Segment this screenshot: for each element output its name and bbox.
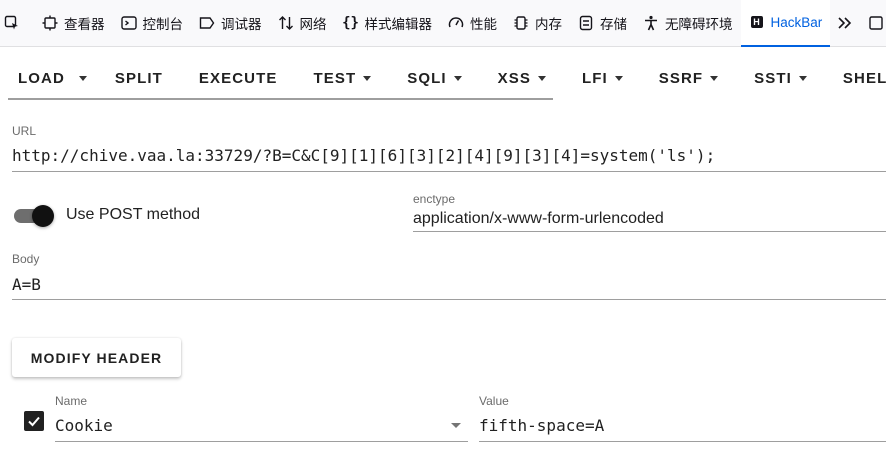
body-label: Body [12, 252, 40, 266]
devtools-tab-strip: 查看器 控制台 调试器 网络 {} 样式编辑器 性能 内存 存储 无障碍环境 H… [0, 0, 886, 47]
hackbar-devtools-window: 查看器 控制台 调试器 网络 {} 样式编辑器 性能 内存 存储 无障碍环境 H… [0, 0, 886, 459]
caret-down-icon [710, 75, 719, 81]
sqli-menu[interactable]: SQLI [389, 57, 479, 99]
url-input-underline [12, 171, 886, 172]
enctype-underline [413, 231, 886, 232]
hackbar-toolbar: LOAD SPLIT EXECUTE TEST SQLI XSS LFI SSR… [0, 57, 886, 99]
lfi-menu[interactable]: LFI [564, 57, 641, 99]
caret-down-icon [78, 75, 87, 81]
tab-label: 性能 [470, 17, 497, 32]
network-icon [278, 15, 294, 31]
tab-label: 网络 [299, 17, 327, 32]
debugger-icon [199, 15, 215, 31]
body-input-underline [12, 299, 886, 300]
test-menu[interactable]: TEST [295, 57, 389, 99]
tab-inspector[interactable]: 查看器 [34, 0, 113, 47]
modify-header-label: MODIFY HEADER [30, 349, 163, 366]
style-editor-icon: {} [342, 15, 359, 31]
tab-accessibility[interactable]: 无障碍环境 [635, 0, 741, 47]
checkmark-icon [28, 416, 40, 427]
modify-header-button[interactable]: MODIFY HEADER [12, 338, 181, 377]
tab-style-editor[interactable]: {} 样式编辑器 [335, 0, 441, 47]
load-options-dropdown[interactable] [77, 57, 97, 99]
tab-label: 控制台 [142, 17, 184, 32]
ssti-menu[interactable]: SSTI [736, 57, 825, 99]
load-label: LOAD [18, 69, 65, 87]
tab-hackbar[interactable]: H HackBar [740, 0, 831, 47]
header-enabled-checkbox[interactable] [24, 411, 44, 431]
ssrf-label: SSRF [658, 69, 704, 87]
header-value-underline [479, 441, 886, 442]
dock-icon [868, 15, 884, 31]
tab-memory[interactable]: 内存 [505, 0, 570, 47]
tab-label: HackBar [770, 14, 823, 30]
tab-storage[interactable]: 存储 [570, 0, 635, 47]
body-input[interactable]: A=B [12, 275, 41, 294]
url-input[interactable]: http://chive.vaa.la:33729/?B=C&C[9][1][6… [12, 146, 715, 165]
double-chevron-right-icon [836, 15, 852, 31]
memory-icon [513, 15, 529, 31]
tab-network[interactable]: 网络 [270, 0, 335, 47]
tab-performance[interactable]: 性能 [440, 0, 505, 47]
sqli-label: SQLI [407, 69, 447, 87]
caret-down-icon [614, 75, 623, 81]
tab-label: 内存 [535, 17, 562, 32]
pick-element-icon [4, 15, 20, 31]
enctype-label: enctype [413, 192, 456, 206]
ssti-label: SSTI [754, 69, 792, 87]
dock-options-button[interactable] [864, 0, 886, 47]
split-label: SPLIT [114, 69, 163, 87]
inspector-icon [42, 15, 58, 31]
chevron-down-icon[interactable] [451, 423, 461, 428]
split-button[interactable]: SPLIT [97, 57, 181, 99]
execute-label: EXECUTE [198, 69, 278, 87]
tab-console[interactable]: 控制台 [113, 0, 192, 47]
header-name-label: Name [55, 394, 88, 408]
xss-menu[interactable]: XSS [480, 57, 564, 99]
header-name-underline [55, 441, 468, 442]
storage-icon [578, 15, 594, 31]
header-value-label: Value [479, 394, 509, 408]
toolbar-divider [8, 98, 553, 100]
console-icon [120, 15, 137, 31]
caret-down-icon [363, 75, 372, 81]
ssrf-menu[interactable]: SSRF [641, 57, 736, 99]
xss-label: XSS [497, 69, 531, 87]
pick-element-button[interactable] [0, 0, 34, 47]
load-button[interactable]: LOAD [0, 57, 77, 99]
tab-label: 无障碍环境 [665, 17, 733, 32]
use-post-label: Use POST method [66, 206, 200, 223]
tab-label: 存储 [600, 17, 627, 32]
toggle-thumb [32, 205, 54, 227]
enctype-select[interactable]: application/x-www-form-urlencoded [413, 210, 664, 228]
performance-icon [448, 15, 464, 31]
test-label: TEST [313, 69, 357, 87]
caret-down-icon [453, 75, 462, 81]
execute-button[interactable]: EXECUTE [181, 57, 296, 99]
use-post-toggle[interactable] [14, 205, 54, 227]
header-value-input[interactable]: fifth-space=A [479, 416, 604, 435]
tab-debugger[interactable]: 调试器 [191, 0, 270, 47]
hackbar-icon: H [749, 14, 765, 30]
tab-label: 样式编辑器 [364, 17, 433, 32]
accessibility-icon [643, 15, 659, 31]
shell-label: SHELL [842, 69, 886, 87]
more-tabs-button[interactable] [830, 0, 864, 47]
tab-label: 查看器 [64, 17, 105, 32]
header-name-input[interactable]: Cookie [55, 416, 113, 435]
url-label: URL [12, 124, 37, 138]
caret-down-icon [537, 75, 546, 81]
tab-label: 调试器 [221, 17, 262, 32]
lfi-label: LFI [581, 69, 608, 87]
shell-menu[interactable]: SHELL [825, 57, 886, 99]
caret-down-icon [798, 75, 807, 81]
